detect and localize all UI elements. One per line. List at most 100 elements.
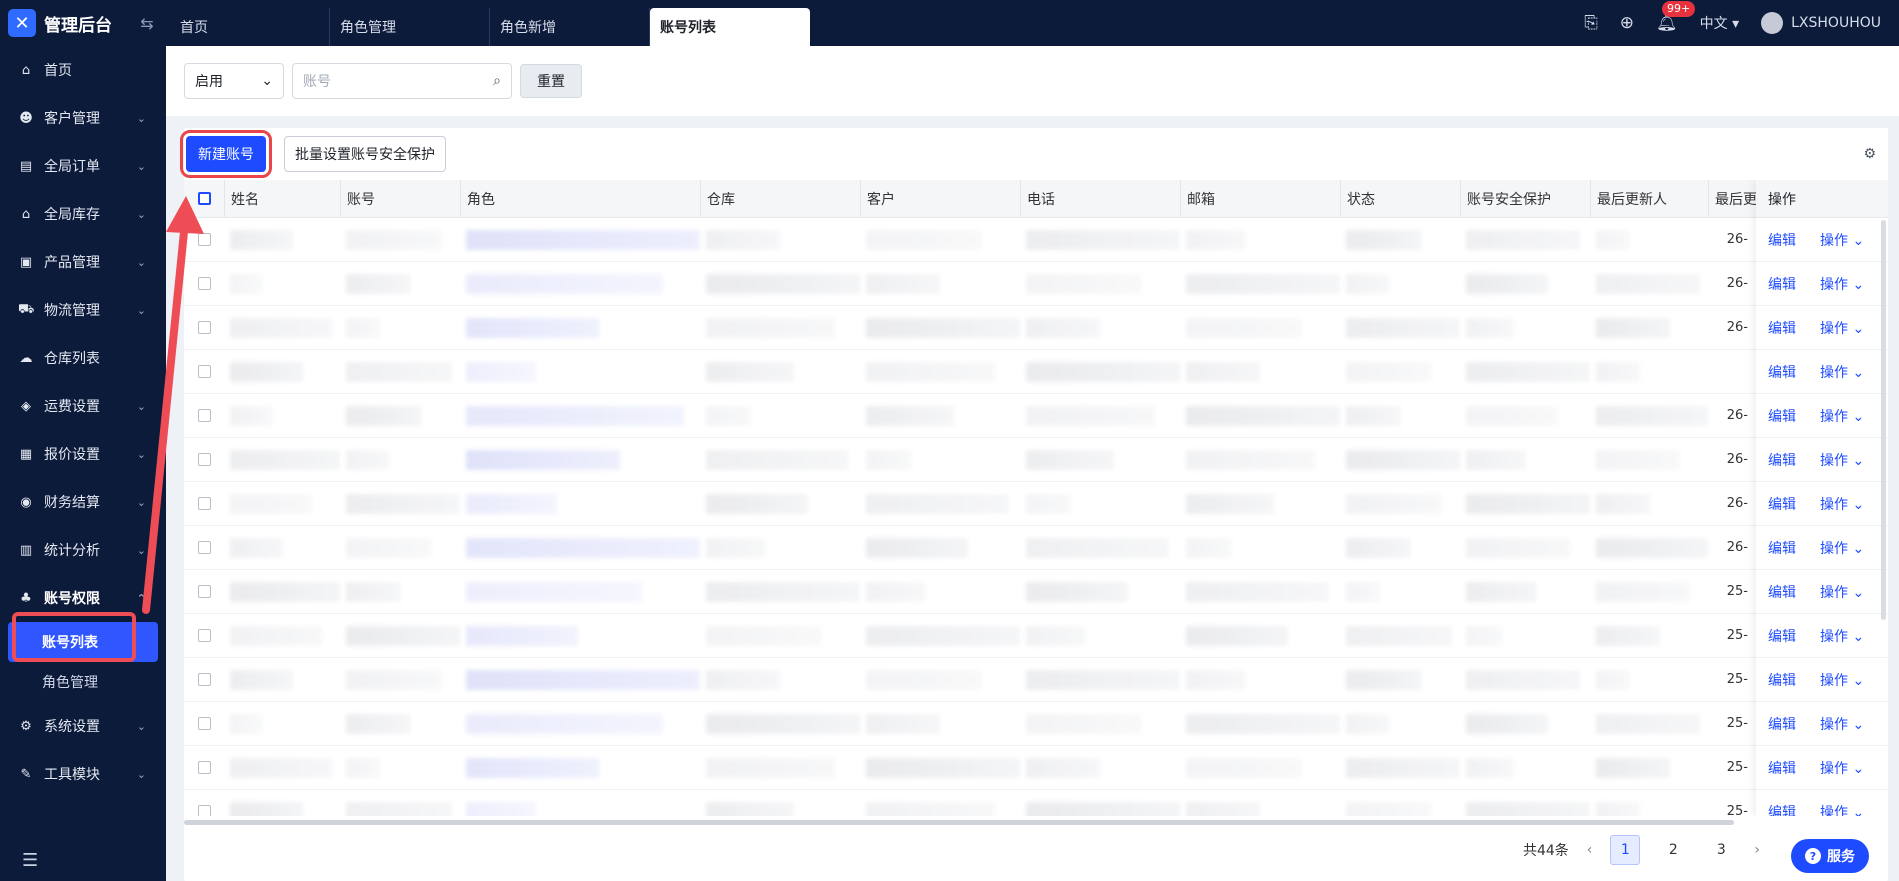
- sidebar-item-system-settings[interactable]: ⚙ 系统设置 ⌄: [0, 702, 166, 750]
- column-header-role[interactable]: 角色: [460, 180, 700, 217]
- edit-link[interactable]: 编辑: [1768, 626, 1796, 646]
- operations-dropdown[interactable]: 操作 ⌄: [1820, 494, 1864, 514]
- bulk-security-button[interactable]: 批量设置账号安全保护: [284, 136, 446, 172]
- table-row[interactable]: 26-: [184, 526, 1888, 570]
- edit-link[interactable]: 编辑: [1768, 538, 1796, 558]
- edit-link[interactable]: 编辑: [1768, 230, 1796, 250]
- row-checkbox[interactable]: [197, 629, 211, 642]
- column-header-warehouse[interactable]: 仓库: [700, 180, 860, 217]
- sidebar-item-inventory[interactable]: ⌂ 全局库存 ⌄: [0, 190, 166, 238]
- vertical-scrollbar[interactable]: [1881, 220, 1886, 620]
- table-row[interactable]: [184, 350, 1888, 394]
- table-row[interactable]: 26-: [184, 394, 1888, 438]
- operations-dropdown[interactable]: 操作 ⌄: [1820, 538, 1864, 558]
- tab-account-list[interactable]: 账号列表: [650, 8, 810, 46]
- table-row[interactable]: 25-: [184, 746, 1888, 790]
- operations-dropdown[interactable]: 操作 ⌄: [1820, 450, 1864, 470]
- table-row[interactable]: 25-: [184, 570, 1888, 614]
- row-checkbox[interactable]: [197, 585, 211, 598]
- bell-icon[interactable]: 🔔︎ 99+: [1656, 1, 1696, 33]
- table-row[interactable]: 26-: [184, 482, 1888, 526]
- language-select[interactable]: 中文 ▾: [1700, 13, 1739, 33]
- next-page-icon[interactable]: ›: [1754, 842, 1760, 858]
- column-header-customer[interactable]: 客户: [860, 180, 1020, 217]
- sidebar-item-home[interactable]: ⌂ 首页: [0, 46, 166, 94]
- sidebar-item-products[interactable]: ▣ 产品管理 ⌄: [0, 238, 166, 286]
- table-row[interactable]: 25-: [184, 614, 1888, 658]
- row-checkbox[interactable]: [197, 365, 211, 378]
- sidebar-item-quotes[interactable]: ▦ 报价设置 ⌄: [0, 430, 166, 478]
- service-button[interactable]: ? 服务: [1791, 839, 1869, 873]
- operations-dropdown[interactable]: 操作 ⌄: [1820, 802, 1864, 817]
- column-header-phone[interactable]: 电话: [1020, 180, 1180, 217]
- reset-button[interactable]: 重置: [520, 64, 582, 98]
- edit-link[interactable]: 编辑: [1768, 274, 1796, 294]
- row-checkbox[interactable]: [197, 409, 211, 422]
- edit-link[interactable]: 编辑: [1768, 802, 1796, 817]
- sidebar-subitem-role-management[interactable]: 角色管理: [0, 662, 166, 702]
- table-row[interactable]: 26-: [184, 306, 1888, 350]
- operations-dropdown[interactable]: 操作 ⌄: [1820, 362, 1864, 382]
- column-header-name[interactable]: 姓名: [224, 180, 340, 217]
- sidebar-item-orders[interactable]: ▤ 全局订单 ⌄: [0, 142, 166, 190]
- row-checkbox[interactable]: [197, 673, 211, 686]
- row-checkbox[interactable]: [197, 497, 211, 510]
- sidebar-item-analytics[interactable]: ▥ 统计分析 ⌄: [0, 526, 166, 574]
- new-account-button[interactable]: 新建账号: [180, 130, 272, 178]
- column-header-email[interactable]: 邮箱: [1180, 180, 1340, 217]
- table-row[interactable]: 26-: [184, 262, 1888, 306]
- page-3-button[interactable]: 3: [1706, 835, 1736, 865]
- edit-link[interactable]: 编辑: [1768, 362, 1796, 382]
- column-header-security[interactable]: 账号安全保护: [1460, 180, 1590, 217]
- horizontal-scrollbar[interactable]: [184, 820, 1734, 825]
- table-row[interactable]: 25-: [184, 702, 1888, 746]
- page-2-button[interactable]: 2: [1658, 835, 1688, 865]
- operations-dropdown[interactable]: 操作 ⌄: [1820, 230, 1864, 250]
- operations-dropdown[interactable]: 操作 ⌄: [1820, 670, 1864, 690]
- prev-page-icon[interactable]: ‹: [1587, 842, 1593, 858]
- row-checkbox[interactable]: [197, 277, 211, 290]
- table-row[interactable]: 26-: [184, 218, 1888, 262]
- page-1-button[interactable]: 1: [1610, 835, 1641, 865]
- row-checkbox[interactable]: [197, 805, 211, 816]
- edit-link[interactable]: 编辑: [1768, 582, 1796, 602]
- sidebar-item-tools[interactable]: ✎ 工具模块 ⌄: [0, 750, 166, 798]
- tab-role-management[interactable]: 角色管理: [330, 8, 490, 46]
- table-row[interactable]: 25-: [184, 790, 1888, 816]
- table-row[interactable]: 26-: [184, 438, 1888, 482]
- column-header-status[interactable]: 状态: [1340, 180, 1460, 217]
- edit-link[interactable]: 编辑: [1768, 714, 1796, 734]
- column-header-last-updater[interactable]: 最后更新人: [1590, 180, 1708, 217]
- row-checkbox[interactable]: [197, 541, 211, 554]
- operations-dropdown[interactable]: 操作 ⌄: [1820, 318, 1864, 338]
- edit-link[interactable]: 编辑: [1768, 406, 1796, 426]
- collapse-arrows-icon[interactable]: ⇆: [136, 0, 158, 46]
- operations-dropdown[interactable]: 操作 ⌄: [1820, 582, 1864, 602]
- select-all-checkbox[interactable]: [197, 192, 211, 205]
- row-checkbox[interactable]: [197, 761, 211, 774]
- column-header-account[interactable]: 账号: [340, 180, 460, 217]
- edit-link[interactable]: 编辑: [1768, 670, 1796, 690]
- operations-dropdown[interactable]: 操作 ⌄: [1820, 406, 1864, 426]
- tab-home[interactable]: 首页: [170, 8, 330, 46]
- edit-link[interactable]: 编辑: [1768, 494, 1796, 514]
- status-select[interactable]: 启用 ⌄: [184, 63, 284, 99]
- column-settings-icon[interactable]: ⚙: [1863, 146, 1876, 162]
- row-checkbox[interactable]: [197, 233, 211, 246]
- operations-dropdown[interactable]: 操作 ⌄: [1820, 758, 1864, 778]
- edit-link[interactable]: 编辑: [1768, 450, 1796, 470]
- operations-dropdown[interactable]: 操作 ⌄: [1820, 626, 1864, 646]
- sidebar-item-permissions[interactable]: ♣ 账号权限 ⌃: [0, 574, 166, 622]
- operations-dropdown[interactable]: 操作 ⌄: [1820, 274, 1864, 294]
- tab-role-add[interactable]: 角色新增: [490, 8, 650, 46]
- sidebar-item-logistics[interactable]: ⛟ 物流管理 ⌄: [0, 286, 166, 334]
- sidebar-item-customers[interactable]: ☻ 客户管理 ⌄: [0, 94, 166, 142]
- row-checkbox[interactable]: [197, 321, 211, 334]
- user-menu[interactable]: LXSHOUHOU: [1761, 12, 1881, 34]
- row-checkbox[interactable]: [197, 717, 211, 730]
- sidebar-item-warehouses[interactable]: ☁ 仓库列表: [0, 334, 166, 382]
- edit-link[interactable]: 编辑: [1768, 758, 1796, 778]
- row-checkbox[interactable]: [197, 453, 211, 466]
- sidebar-item-finance[interactable]: ◉ 财务结算 ⌄: [0, 478, 166, 526]
- sidebar-subitem-account-list[interactable]: 账号列表: [8, 622, 158, 662]
